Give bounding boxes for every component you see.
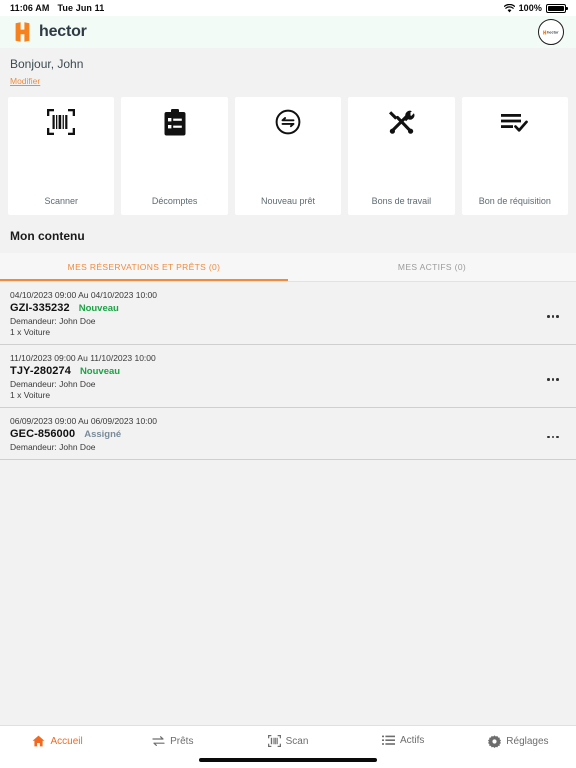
list-icon: [381, 735, 395, 746]
more-options-icon[interactable]: [540, 309, 566, 318]
home-icon: [32, 735, 45, 747]
reservation-title-row: TJY-280274 Nouveau: [10, 365, 540, 377]
edit-profile-link[interactable]: Modifier: [10, 76, 40, 86]
ios-status-bar: 11:06 AM Tue Jun 11 100%: [0, 0, 576, 16]
list-item-content: 04/10/2023 09:00 Au 04/10/2023 10:00 GZI…: [10, 290, 540, 337]
list-item[interactable]: 04/10/2023 09:00 Au 04/10/2023 10:00 GZI…: [0, 282, 576, 345]
wifi-icon: [503, 3, 515, 13]
nav-item-actifs[interactable]: Actifs: [346, 735, 461, 746]
nav-label: Réglages: [506, 736, 549, 747]
page-title: Mon contenu: [10, 229, 85, 243]
greeting-block: Bonjour, John Modifier: [0, 48, 576, 89]
battery-icon: [546, 3, 568, 13]
status-badge: Nouveau: [79, 366, 121, 377]
page-content: Bonjour, John Modifier Scanner Décomptes…: [0, 48, 576, 740]
shortcut-tiles: Scanner Décomptes Nouveau prêt Bons de t…: [0, 89, 576, 215]
shortcut-label: Bon de réquisition: [478, 196, 551, 206]
nav-item-reglages[interactable]: Réglages: [461, 735, 576, 748]
hector-h-logo-icon: [14, 22, 31, 42]
list-item[interactable]: 06/09/2023 09:00 Au 06/09/2023 10:00 GEC…: [0, 408, 576, 460]
nav-label: Actifs: [399, 735, 425, 746]
shortcut-tile-bon-de-requisition[interactable]: Bon de réquisition: [461, 97, 569, 215]
status-badge: Assigné: [84, 429, 122, 440]
reservation-dates: 06/09/2023 09:00 Au 06/09/2023 10:00: [10, 416, 157, 426]
status-bar-date: Tue Jun 11: [57, 3, 105, 13]
shortcut-tile-scanner[interactable]: Scanner: [8, 97, 115, 215]
nav-label: Scan: [285, 735, 309, 747]
tab-reservations-et-prets[interactable]: MES RÉSERVATIONS ET PRÊTS (0): [0, 253, 288, 281]
barcode-scan-icon: [267, 735, 281, 747]
nav-item-scan[interactable]: Scan: [230, 735, 345, 747]
reservation-code: GZI-335232: [10, 302, 70, 314]
shortcut-tile-bons-de-travail[interactable]: Bons de travail: [348, 97, 455, 215]
requester-label: Demandeur: John Doe: [10, 442, 96, 452]
brand-logo: hector: [14, 22, 87, 42]
more-options-icon[interactable]: [540, 430, 566, 439]
shortcut-tile-nouveau-pret[interactable]: Nouveau prêt: [234, 97, 342, 215]
battery-percent-label: 100%: [518, 3, 542, 13]
reservation-dates: 11/10/2023 09:00 Au 11/10/2023 10:00: [10, 353, 156, 363]
reservation-title-row: GZI-335232 Nouveau: [10, 302, 540, 314]
tools-icon: [388, 107, 415, 137]
quantity-label: 1 x Voiture: [10, 327, 51, 337]
nav-item-accueil[interactable]: Accueil: [0, 735, 115, 747]
quantity-label: 1 x Voiture: [10, 390, 51, 400]
content-tabs: MES RÉSERVATIONS ET PRÊTS (0) MES ACTIFS…: [0, 253, 576, 282]
list-item-content: 11/10/2023 09:00 Au 11/10/2023 10:00 TJY…: [10, 353, 540, 400]
list-check-icon: [500, 107, 529, 137]
shortcut-tile-decomptes[interactable]: Décomptes: [121, 97, 228, 215]
transfer-arrows-icon: [152, 735, 165, 747]
barcode-scan-icon: [47, 107, 76, 137]
more-options-icon[interactable]: [540, 372, 566, 381]
status-bar-time: 11:06 AM: [10, 3, 50, 13]
shortcut-label: Nouveau prêt: [260, 196, 316, 206]
list-item-content: 06/09/2023 09:00 Au 06/09/2023 10:00 GEC…: [10, 416, 540, 452]
app-header: hector hector: [0, 16, 576, 48]
shortcut-label: Scanner: [44, 196, 78, 206]
shortcut-label: Bons de travail: [371, 196, 432, 206]
nav-label: Prêts: [170, 735, 194, 747]
home-indicator: [199, 758, 377, 762]
reservation-code: TJY-280274: [10, 365, 71, 377]
clipboard-list-icon: [164, 107, 186, 137]
nav-item-prets[interactable]: Prêts: [115, 735, 230, 747]
greeting-text: Bonjour, John: [10, 57, 84, 71]
list-item[interactable]: 11/10/2023 09:00 Au 11/10/2023 10:00 TJY…: [0, 345, 576, 408]
loan-exchange-icon: [275, 107, 301, 137]
content-list: 04/10/2023 09:00 Au 04/10/2023 10:00 GZI…: [0, 282, 576, 460]
tab-mes-actifs[interactable]: MES ACTIFS (0): [288, 253, 576, 281]
avatar-label: hector: [547, 30, 559, 34]
requester-label: Demandeur: John Doe: [10, 379, 96, 389]
reservation-title-row: GEC-856000 Assigné: [10, 428, 540, 440]
reservation-code: GEC-856000: [10, 428, 76, 440]
nav-label: Accueil: [50, 735, 83, 747]
reservation-dates: 04/10/2023 09:00 Au 04/10/2023 10:00: [10, 290, 157, 300]
brand-name: hector: [39, 23, 87, 40]
status-bar-right: 100%: [503, 3, 568, 13]
gear-icon: [488, 735, 502, 748]
user-avatar-icon[interactable]: hector: [538, 19, 564, 45]
avatar: hector: [543, 29, 559, 35]
shortcut-label: Décomptes: [151, 196, 198, 206]
status-bar-left: 11:06 AM Tue Jun 11: [10, 3, 104, 13]
requester-label: Demandeur: John Doe: [10, 316, 96, 326]
status-badge: Nouveau: [78, 303, 119, 314]
